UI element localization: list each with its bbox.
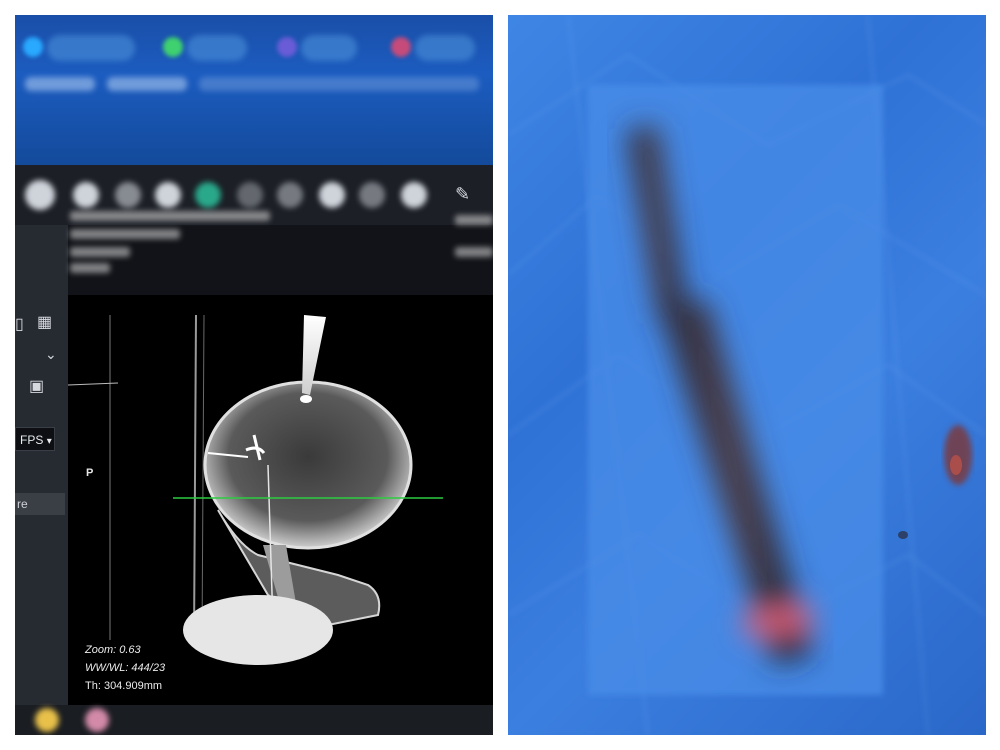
orientation-label: P xyxy=(86,467,94,479)
object-photo xyxy=(508,15,986,735)
blurred-series-info xyxy=(455,215,493,225)
chevron-down-icon[interactable]: ⌄ xyxy=(45,347,57,361)
chevron-down-icon: ▾ xyxy=(46,436,52,447)
taskbar-app-icon[interactable] xyxy=(35,708,59,732)
blurred-tab[interactable] xyxy=(187,35,247,61)
tool-button[interactable] xyxy=(359,182,385,208)
status-dot-icon xyxy=(277,37,297,57)
drape-photo xyxy=(508,15,986,735)
window-level-readout: WW/WL: 444/23 xyxy=(85,662,166,674)
status-dot-icon xyxy=(23,37,43,57)
blurred-patient-info xyxy=(70,211,270,221)
stain xyxy=(944,425,972,485)
blurred-patient-info xyxy=(70,263,110,273)
tool-button[interactable] xyxy=(237,182,263,208)
blurred-tab[interactable] xyxy=(47,35,135,61)
blurred-series-info xyxy=(455,247,493,257)
tool-button[interactable] xyxy=(319,182,345,208)
tool-button-active[interactable] xyxy=(195,182,221,208)
blurred-tab[interactable] xyxy=(415,35,475,61)
blurred-breadcrumb xyxy=(199,77,479,91)
blurred-tab[interactable] xyxy=(301,35,357,61)
fps-select[interactable]: FPS ▾ xyxy=(15,427,55,451)
tool-button[interactable] xyxy=(73,182,99,208)
thickness-readout: Th: 304.909mm xyxy=(85,680,163,692)
zoom-readout: Zoom: 0.63 xyxy=(85,644,141,656)
status-dot-icon xyxy=(163,37,183,57)
blurred-patient-info xyxy=(70,229,180,239)
blurred-patient-info xyxy=(70,247,130,257)
blurred-breadcrumb xyxy=(107,77,187,91)
tool-button[interactable] xyxy=(25,180,55,210)
preset-field-text: re xyxy=(17,497,28,511)
tool-button[interactable] xyxy=(277,182,303,208)
image-icon[interactable]: ▣ xyxy=(29,379,44,395)
layout-icon[interactable]: ▯ xyxy=(15,317,24,333)
viewer-title-bar xyxy=(15,15,493,165)
dicom-viewer-photo: ✎ ▯ ▦ ⌄ ▣ FPS ▾ re P Zoom: 0.63 WW/WL: 4… xyxy=(15,15,493,735)
edit-icon[interactable]: ✎ xyxy=(455,185,470,203)
taskbar-app-icon[interactable] xyxy=(85,708,109,732)
tool-button[interactable] xyxy=(155,182,181,208)
fps-label: FPS xyxy=(20,433,44,447)
preset-field[interactable]: re xyxy=(15,493,65,515)
status-dot-icon xyxy=(391,37,411,57)
os-taskbar xyxy=(15,705,493,735)
tool-button[interactable] xyxy=(115,182,141,208)
tool-button[interactable] xyxy=(401,182,427,208)
grid-icon[interactable]: ▦ xyxy=(37,315,52,331)
blurred-breadcrumb xyxy=(25,77,95,91)
viewer-side-panel xyxy=(15,225,68,705)
censor-blur-region xyxy=(588,85,883,695)
